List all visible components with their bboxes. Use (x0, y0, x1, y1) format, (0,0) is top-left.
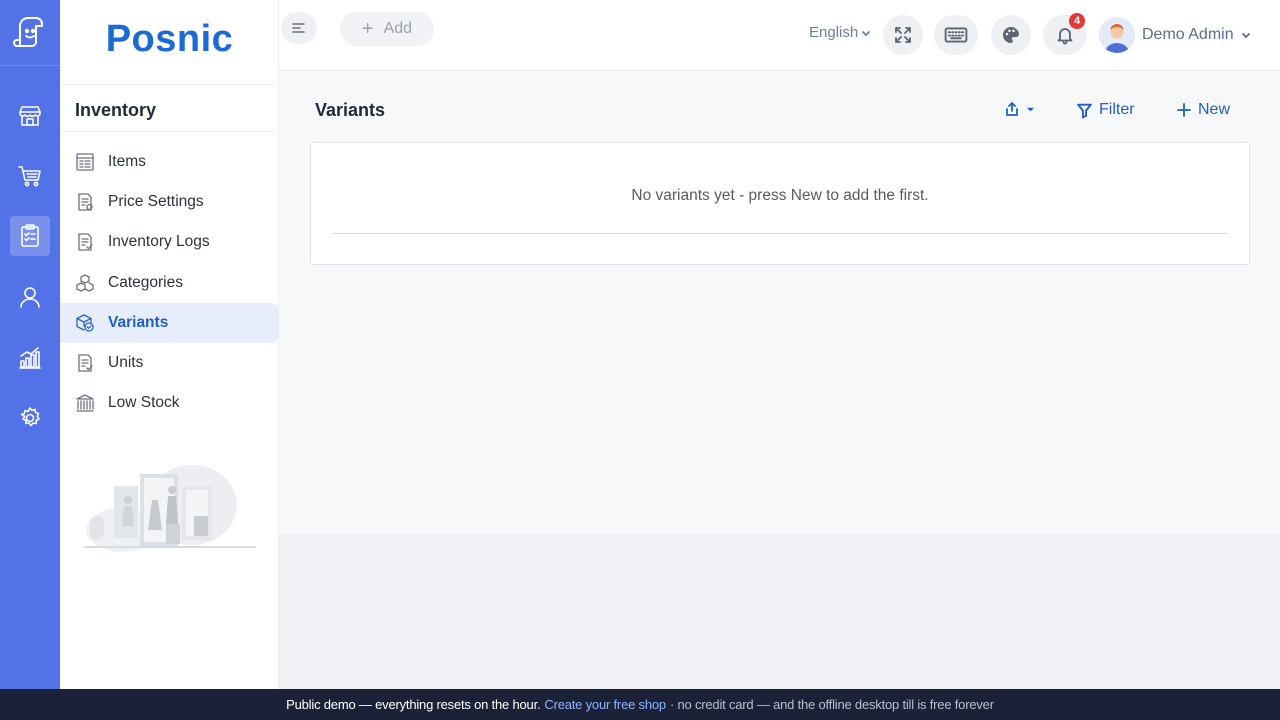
sidebar-item-items[interactable]: Items (60, 142, 279, 182)
plus-icon (1177, 103, 1191, 117)
rail-users[interactable] (10, 277, 50, 317)
gear-icon (20, 407, 40, 427)
chevron-down-icon (862, 30, 871, 36)
units-doc-icon (78, 354, 93, 372)
sidebar-item-price-settings[interactable]: Price Settings (60, 182, 279, 222)
add-button[interactable]: + Add (340, 12, 434, 46)
user-name: Demo Admin (1142, 26, 1234, 43)
theme-button[interactable] (991, 15, 1031, 55)
sidebar-title: Inventory (75, 100, 157, 120)
add-label: Add (383, 20, 413, 37)
variants-table-card: No variants yet - press New to add the f… (310, 142, 1250, 265)
language-label: English (809, 24, 859, 41)
banner-subtext: · no credit card — and the offline deskt… (669, 697, 994, 712)
sidebar-item-units[interactable]: Units (60, 343, 279, 383)
language-select[interactable]: English (809, 24, 871, 41)
new-button[interactable]: New (1176, 101, 1230, 119)
rail-reports[interactable] (10, 338, 50, 378)
brand-name[interactable]: Posnic (60, 18, 279, 61)
sidebar-item-label: Variants (108, 313, 169, 331)
filter-icon (1077, 103, 1092, 118)
analytics-icon (19, 347, 41, 369)
price-doc-icon (78, 193, 93, 211)
share-icon (1006, 102, 1018, 116)
sidebar-item-inventory-logs[interactable]: Inventory Logs (60, 222, 279, 262)
banner-text: Public demo — everything resets on the h… (286, 697, 541, 712)
sidebar-item-label: Items (108, 153, 146, 170)
store-icon (19, 106, 41, 126)
sidebar-divider (60, 84, 279, 85)
export-button[interactable] (1004, 101, 1035, 117)
shop-illustration (82, 460, 258, 552)
sidebar-item-categories[interactable]: Categories (60, 263, 279, 303)
keyboard-shortcuts-button[interactable] (934, 15, 978, 55)
demo-banner: Public demo — everything resets on the h… (0, 689, 1280, 720)
create-shop-link[interactable]: Create your free shop (544, 697, 666, 712)
filter-button[interactable]: Filter (1076, 101, 1135, 119)
user-icon (20, 287, 40, 308)
variant-cube-icon (76, 314, 94, 332)
sidebar-divider (60, 131, 279, 132)
top-bar: + Add English 4 Demo Admin (279, 0, 1280, 71)
sidebar-item-variants[interactable]: Variants (60, 302, 279, 343)
new-label: New (1198, 101, 1231, 118)
sidebar-item-label: Categories (108, 273, 183, 291)
bank-icon (76, 394, 94, 412)
rail-inventory[interactable] (10, 216, 50, 256)
collapse-sidebar-button[interactable] (281, 12, 317, 44)
sidebar-item-label: Units (108, 353, 144, 371)
rail-settings[interactable] (10, 398, 50, 438)
sidebar-item-low-stock[interactable]: Low Stock (60, 383, 279, 423)
rail-sales[interactable] (10, 156, 50, 196)
rail-store[interactable] (10, 96, 50, 136)
avatar (1099, 17, 1135, 53)
sidebar-item-label: Inventory Logs (108, 233, 210, 251)
sidebar-menu: Items Price Settings Inventory Logs Cate… (60, 142, 279, 423)
keyboard-icon (944, 27, 968, 43)
cubes-icon (76, 273, 94, 292)
filter-label: Filter (1099, 101, 1135, 118)
log-doc-icon (78, 233, 93, 252)
user-menu[interactable]: Demo Admin (1099, 17, 1251, 53)
fullscreen-button[interactable] (883, 15, 923, 55)
fullscreen-icon (895, 27, 911, 43)
sidebar-item-label: Price Settings (108, 193, 204, 211)
app-rail (0, 0, 60, 689)
notifications-button[interactable]: 4 (1043, 13, 1087, 55)
items-list-icon (76, 153, 94, 171)
palette-icon (1003, 26, 1019, 43)
cart-icon (18, 166, 41, 187)
empty-state-message: No variants yet - press New to add the f… (631, 187, 929, 204)
notification-badge: 4 (1069, 13, 1085, 29)
sidebar-item-label: Low Stock (108, 394, 180, 412)
chevron-down-icon (1241, 32, 1250, 39)
page-title: Variants (315, 100, 386, 120)
clipboard-icon (21, 224, 39, 247)
align-left-icon (292, 23, 305, 33)
sidebar: Posnic Inventory Items Price Settings In… (60, 0, 279, 689)
app-logo-icon[interactable] (10, 12, 50, 52)
bell-icon (1057, 28, 1073, 45)
main-content: Variants Filter New No variants yet - pr… (279, 71, 1280, 534)
plus-icon: + (361, 18, 374, 40)
table-divider (331, 233, 1229, 234)
rail-divider (0, 65, 60, 66)
caret-down-icon (1026, 107, 1035, 111)
